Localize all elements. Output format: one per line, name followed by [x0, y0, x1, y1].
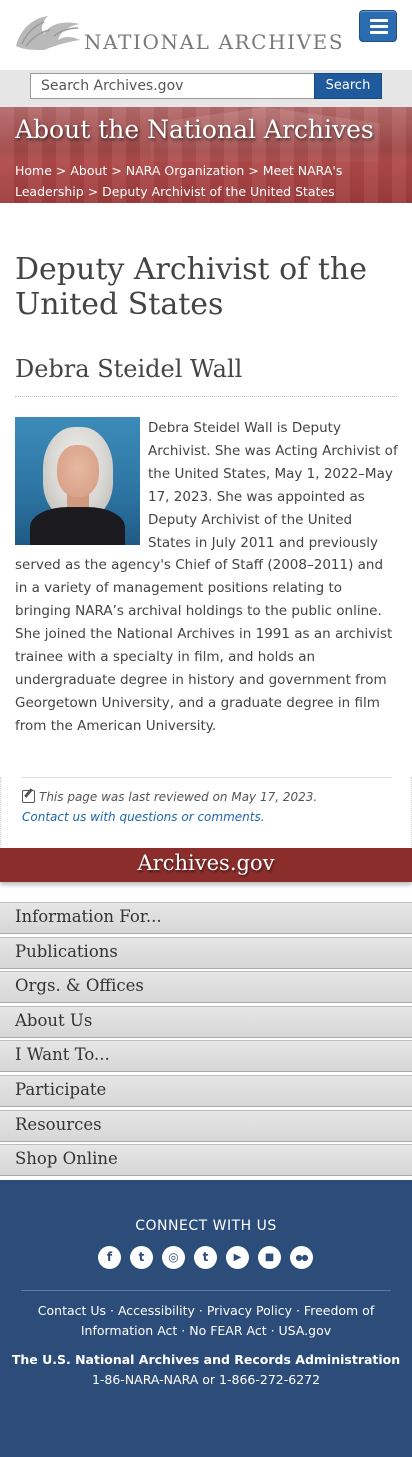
last-reviewed-label: This page was last reviewed on May 17, 2…	[39, 790, 318, 804]
section-title: About the National Archives	[15, 115, 374, 144]
footer-link-accessibility[interactable]: Accessibility	[118, 1303, 195, 1318]
instagram-icon[interactable]: ◎	[162, 1246, 185, 1269]
hamburger-menu-icon	[370, 31, 388, 34]
nav-item-orgs-offices[interactable]: Orgs. & Offices	[0, 971, 412, 1004]
nav-item-label: Information For...	[15, 907, 162, 926]
nav-item-label: About Us	[15, 1010, 93, 1030]
footer-link-separator: ·	[292, 1303, 304, 1318]
nav-item-shop-online[interactable]: Shop Online	[0, 1144, 412, 1177]
facebook-icon[interactable]: f	[98, 1246, 121, 1269]
divider	[15, 396, 397, 397]
site-header: NATIONAL ARCHIVES	[0, 0, 412, 70]
last-reviewed-text: This page was last reviewed on May 17, 2…	[22, 790, 317, 804]
nav-item-label: Resources	[15, 1114, 102, 1134]
site-nav-header: Archives.gov	[0, 848, 412, 882]
nav-item-label: Shop Online	[15, 1149, 118, 1169]
org-name: The U.S. National Archives and Records A…	[11, 1352, 401, 1367]
nav-item-i-want-to[interactable]: I Want To...	[0, 1040, 412, 1073]
footer-link-privacy-policy[interactable]: Privacy Policy	[207, 1303, 292, 1318]
nav-item-label: I Want To...	[15, 1045, 110, 1065]
footer-link-separator: ·	[194, 1303, 207, 1318]
nav-item-publications[interactable]: Publications	[0, 936, 412, 969]
search-button[interactable]: Search	[314, 73, 382, 99]
edit-icon	[22, 790, 35, 803]
breadcrumb-separator: >	[55, 163, 71, 178]
site-nav-title: Archives.gov	[137, 851, 275, 875]
hamburger-menu-icon	[370, 25, 388, 28]
nav-item-participate[interactable]: Participate	[0, 1074, 412, 1107]
logo-text: NATIONAL ARCHIVES	[84, 30, 345, 54]
breadcrumb-nara-organization[interactable]: NARA Organization	[126, 163, 245, 178]
divider	[21, 1290, 391, 1291]
divider	[22, 777, 392, 778]
menu-button[interactable]	[359, 10, 397, 42]
blog-icon[interactable]: ■	[258, 1246, 281, 1269]
phone-number: 1-86-NARA-NARA or 1-866-272-6272	[91, 1372, 321, 1387]
nav-item-information-for[interactable]: Information For...	[0, 902, 412, 934]
page-title: Deputy Archivist of the United States	[15, 252, 367, 322]
connect-heading: CONNECT WITH US	[135, 1218, 277, 1234]
contact-us-link[interactable]: Contact us with questions or comments.	[22, 810, 265, 824]
footer-links: Contact Us · Accessibility · Privacy Pol…	[30, 1301, 382, 1341]
site-nav-menu: Information For... Publications Orgs. & …	[0, 902, 412, 1179]
hamburger-menu-icon	[370, 19, 388, 22]
nav-item-label: Publications	[15, 941, 118, 961]
nav-item-about-us[interactable]: About Us	[0, 1005, 412, 1038]
youtube-icon[interactable]: ▶	[226, 1246, 249, 1269]
nav-item-label: Participate	[15, 1079, 107, 1099]
footer-link-no-fear-act[interactable]: No FEAR Act	[189, 1323, 266, 1338]
flickr-icon[interactable]: ●●	[290, 1246, 313, 1269]
breadcrumb-separator: >	[248, 163, 263, 178]
twitter-icon[interactable]: t	[130, 1246, 153, 1269]
national-archives-logo[interactable]: NATIONAL ARCHIVES	[14, 10, 343, 56]
page-review-box: This page was last reviewed on May 17, 2…	[0, 777, 412, 847]
tumblr-icon[interactable]: t	[194, 1246, 217, 1269]
footer-link-usa-gov[interactable]: USA.gov	[279, 1323, 332, 1338]
breadcrumb-current-page[interactable]: Deputy Archivist of the United States	[102, 184, 335, 199]
breadcrumb-separator: >	[111, 163, 126, 178]
breadcrumb-home[interactable]: Home	[15, 163, 52, 178]
breadcrumb: Home > About > NARA Organization > Meet …	[15, 160, 405, 202]
eagle-logo-icon	[16, 16, 80, 50]
footer-link-separator: ·	[266, 1323, 279, 1338]
search-input[interactable]: Search Archives.gov	[30, 73, 315, 99]
footer-link-contact-us[interactable]: Contact Us	[38, 1303, 106, 1318]
site-footer: CONNECT WITH US f t ◎ t ▶ ■ ●● Contact U…	[0, 1180, 412, 1457]
footer-link-separator: ·	[177, 1323, 190, 1338]
bio-text-block: Debra Steidel Wall is Deputy Archivist. …	[15, 417, 399, 738]
section-banner: About the National Archives Home > About…	[0, 107, 412, 203]
nav-item-resources[interactable]: Resources	[0, 1109, 412, 1142]
nav-item-label: Orgs. & Offices	[15, 976, 144, 996]
footer-link-separator: ·	[106, 1303, 118, 1318]
person-name-heading: Debra Steidel Wall	[15, 355, 243, 383]
breadcrumb-about[interactable]: About	[70, 163, 107, 178]
breadcrumb-separator: >	[87, 184, 103, 199]
search-bar: Search Archives.gov Search	[0, 70, 412, 107]
